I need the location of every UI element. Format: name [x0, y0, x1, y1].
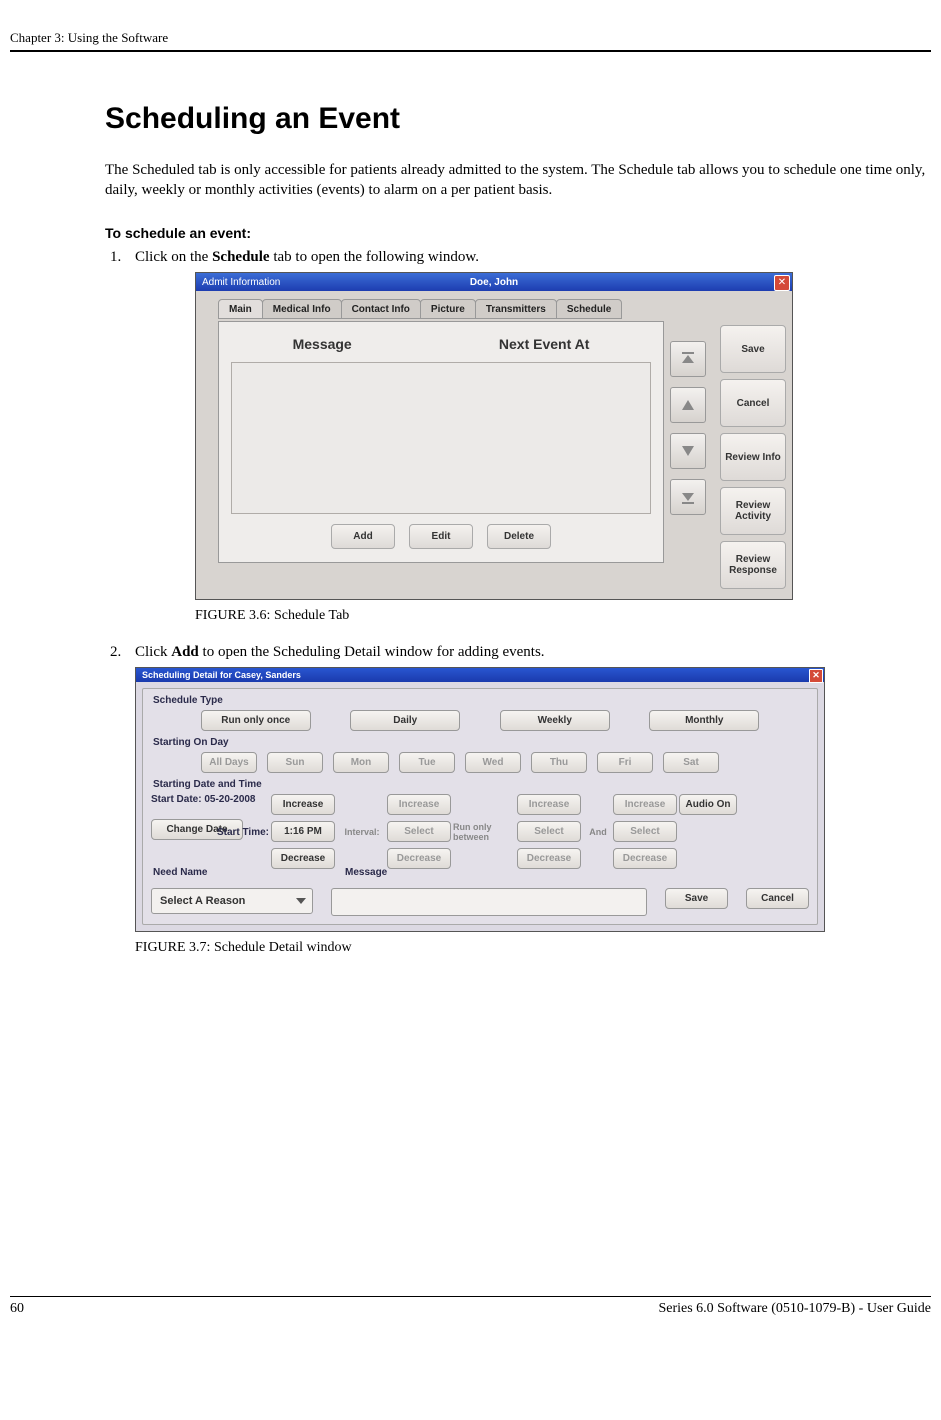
decrease-time-button[interactable]: Decrease: [271, 848, 335, 869]
message-input[interactable]: [331, 888, 648, 916]
step1-bold: Schedule: [212, 249, 270, 265]
col-next-event: Next Event At: [499, 336, 590, 352]
step2-text-c: to open the Scheduling Detail window for…: [199, 644, 545, 660]
step2-bold: Add: [171, 644, 199, 660]
edit-button[interactable]: Edit: [409, 524, 473, 549]
reason-dropdown[interactable]: Select A Reason: [151, 888, 313, 914]
titlebar: Scheduling Detail for Casey, Sanders ✕: [136, 668, 824, 682]
titlebar-center: Doe, John: [470, 277, 518, 288]
between-from-select[interactable]: Select: [517, 821, 581, 842]
decrease-from-button[interactable]: Decrease: [517, 848, 581, 869]
step1-text-a: Click on the: [135, 249, 212, 265]
increase-from-button[interactable]: Increase: [517, 794, 581, 815]
scheduling-detail-window: Scheduling Detail for Casey, Sanders ✕ S…: [135, 667, 825, 932]
audio-on-button[interactable]: Audio On: [679, 794, 737, 815]
subhead: To schedule an event:: [105, 225, 931, 241]
arrow-bottom-icon[interactable]: [670, 479, 706, 515]
cancel-button[interactable]: Cancel: [746, 888, 809, 909]
tab-transmitters[interactable]: Transmitters: [475, 299, 557, 319]
save-button[interactable]: Save: [720, 325, 786, 373]
increase-to-button[interactable]: Increase: [613, 794, 677, 815]
step1-text-c: tab to open the following window.: [270, 249, 479, 265]
interval-select[interactable]: Select: [387, 821, 451, 842]
day-tue[interactable]: Tue: [399, 752, 455, 773]
titlebar-text: Scheduling Detail for Casey, Sanders: [142, 670, 301, 680]
start-time-value[interactable]: 1:16 PM: [271, 821, 335, 842]
footer-rule: [10, 1296, 931, 1297]
schedule-type-label: Schedule Type: [153, 695, 809, 706]
footer-right: Series 6.0 Software (0510-1079-B) - User…: [658, 1301, 931, 1317]
add-button[interactable]: Add: [331, 524, 395, 549]
increase-time-button[interactable]: Increase: [271, 794, 335, 815]
step-2: Click Add to open the Scheduling Detail …: [125, 644, 931, 956]
chapter-header: Chapter 3: Using the Software: [10, 30, 931, 46]
delete-button[interactable]: Delete: [487, 524, 551, 549]
day-fri[interactable]: Fri: [597, 752, 653, 773]
decrease-to-button[interactable]: Decrease: [613, 848, 677, 869]
save-button[interactable]: Save: [665, 888, 728, 909]
step2-text-a: Click: [135, 644, 171, 660]
tab-main[interactable]: Main: [218, 299, 263, 319]
close-icon[interactable]: ✕: [774, 275, 790, 291]
between-to-select[interactable]: Select: [613, 821, 677, 842]
titlebar-left: Admit Information: [202, 277, 280, 288]
run-only-between-label: Run only between: [453, 822, 517, 842]
start-time-label: Start Time:: [211, 827, 269, 838]
event-list[interactable]: [231, 362, 651, 514]
review-activity-button[interactable]: Review Activity: [720, 487, 786, 535]
step-1: Click on the Schedule tab to open the fo…: [125, 249, 931, 624]
weekly-button[interactable]: Weekly: [500, 710, 610, 731]
figure-3-7-caption: FIGURE 3.7: Schedule Detail window: [135, 940, 931, 956]
header-rule: [10, 50, 931, 52]
and-label: And: [583, 827, 613, 837]
day-wed[interactable]: Wed: [465, 752, 521, 773]
page-title: Scheduling an Event: [105, 102, 931, 136]
starting-on-day-label: Starting On Day: [153, 737, 809, 748]
titlebar: Admit Information Doe, John ✕: [196, 273, 792, 291]
day-sat[interactable]: Sat: [663, 752, 719, 773]
daily-button[interactable]: Daily: [350, 710, 460, 731]
message-label: Message: [345, 867, 387, 878]
figure-3-6-caption: FIGURE 3.6: Schedule Tab: [195, 608, 931, 624]
chevron-down-icon: [296, 898, 306, 904]
review-response-button[interactable]: Review Response: [720, 541, 786, 589]
list-pane: Message Next Event At Add Edit Delete: [218, 321, 664, 563]
day-all[interactable]: All Days: [201, 752, 257, 773]
arrow-up-icon[interactable]: [670, 387, 706, 423]
day-mon[interactable]: Mon: [333, 752, 389, 773]
intro-text: The Scheduled tab is only accessible for…: [105, 161, 931, 200]
increase-interval-button[interactable]: Increase: [387, 794, 451, 815]
schedule-tab-window: Admit Information Doe, John ✕ Main Medic…: [195, 272, 793, 600]
tab-picture[interactable]: Picture: [420, 299, 476, 319]
interval-label: Interval:: [337, 827, 387, 837]
close-icon[interactable]: ✕: [809, 669, 823, 683]
tab-medical-info[interactable]: Medical Info: [262, 299, 342, 319]
page-number: 60: [10, 1301, 24, 1317]
day-sun[interactable]: Sun: [267, 752, 323, 773]
start-date-label: Start Date: 05-20-2008: [151, 794, 271, 805]
arrow-top-icon[interactable]: [670, 341, 706, 377]
decrease-interval-button[interactable]: Decrease: [387, 848, 451, 869]
run-once-button[interactable]: Run only once: [201, 710, 311, 731]
arrow-down-icon[interactable]: [670, 433, 706, 469]
col-message: Message: [293, 336, 352, 352]
review-info-button[interactable]: Review Info: [720, 433, 786, 481]
day-thu[interactable]: Thu: [531, 752, 587, 773]
tab-contact-info[interactable]: Contact Info: [341, 299, 421, 319]
tabs-row: Main Medical Info Contact Info Picture T…: [196, 291, 792, 319]
reason-selected: Select A Reason: [160, 895, 245, 907]
starting-date-time-label: Starting Date and Time: [153, 779, 809, 790]
tab-schedule[interactable]: Schedule: [556, 299, 622, 319]
need-name-label: Need Name: [153, 867, 303, 878]
monthly-button[interactable]: Monthly: [649, 710, 759, 731]
cancel-button[interactable]: Cancel: [720, 379, 786, 427]
